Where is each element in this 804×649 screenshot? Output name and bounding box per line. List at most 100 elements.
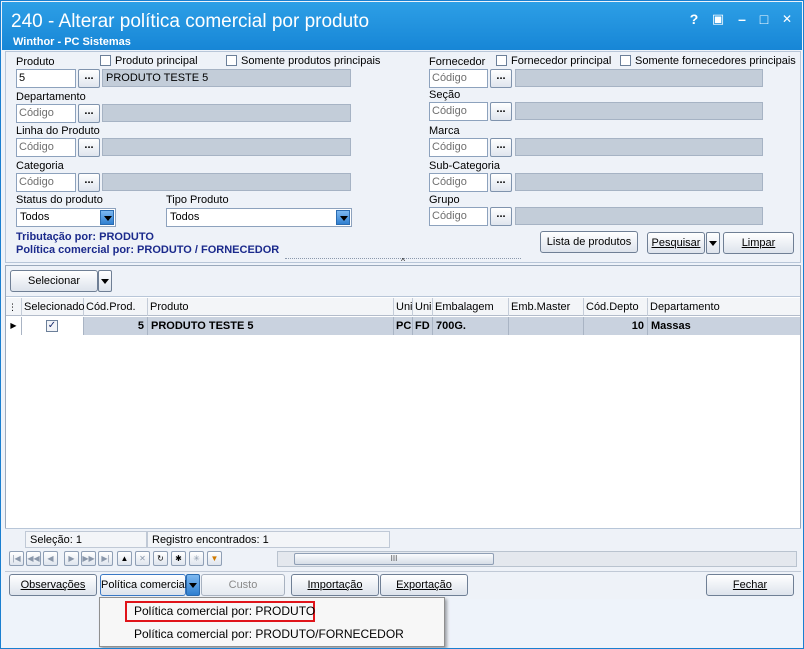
custo-button[interactable]: Custo (201, 574, 285, 596)
delete-record-icon[interactable]: ✕ (135, 551, 150, 566)
scrollbar-thumb[interactable]: III (294, 553, 494, 565)
asterisk-icon[interactable]: ✱ (171, 551, 186, 566)
next-record-icon[interactable]: ▶ (64, 551, 79, 566)
horizontal-scrollbar[interactable]: III (277, 551, 797, 567)
marca-description-field (515, 138, 763, 156)
cell-embalagem: 700G. (433, 317, 509, 335)
grupo-label: Grupo (429, 194, 460, 206)
col-departamento[interactable]: Departamento (648, 298, 800, 316)
marca-label: Marca (429, 125, 460, 137)
fornecedor-label: Fornecedor (429, 56, 486, 68)
status-produto-value: Todos (20, 211, 50, 223)
col-uni-2[interactable]: Uni (413, 298, 433, 316)
prev-page-icon[interactable]: ◀◀ (26, 551, 41, 566)
selecionar-options-button[interactable] (98, 270, 112, 292)
marca-browse-button[interactable]: ... (490, 138, 512, 157)
categoria-browse-button[interactable]: ... (78, 173, 100, 192)
menu-item-politica-produto[interactable]: Política comercial por: PRODUTO (134, 603, 315, 619)
observacoes-button[interactable]: Observações (9, 574, 97, 596)
limpar-label: Limpar (741, 237, 776, 249)
categoria-code-input[interactable]: Código (16, 173, 76, 192)
selecionar-button[interactable]: Selecionar (10, 270, 98, 292)
linha-produto-code-input[interactable]: Código (16, 138, 76, 157)
fornecedor-code-input[interactable]: Código (429, 69, 488, 88)
exportacao-label: Exportação (396, 579, 452, 591)
observacoes-label: Observações (20, 579, 86, 591)
col-produto[interactable]: Produto (148, 298, 394, 316)
col-uni-1[interactable]: Uni (394, 298, 413, 316)
row-selected-checkbox[interactable]: ✓ (46, 320, 58, 332)
grupo-code-input[interactable]: Código (429, 207, 488, 226)
produto-principal-checkbox[interactable] (100, 55, 111, 66)
importacao-button[interactable]: Importação (291, 574, 379, 596)
subcategoria-code-input[interactable]: Código (429, 173, 488, 192)
refresh-icon[interactable]: ↻ (153, 551, 168, 566)
linha-produto-browse-button[interactable]: ... (78, 138, 100, 157)
grid-navigator: |◀ ◀◀ ◀ ▶ ▶▶ ▶| ▲ ✕ ↻ ✱ ✳ ▼ III (5, 548, 801, 571)
somente-fornecedores-principais-checkbox[interactable] (620, 55, 631, 66)
help-icon[interactable]: ? (687, 12, 701, 26)
col-cod-prod[interactable]: Cód.Prod. (84, 298, 148, 316)
somente-produtos-principais-label: Somente produtos principais (241, 55, 381, 67)
next-page-icon[interactable]: ▶▶ (81, 551, 96, 566)
grid-toolbar: Selecionar (6, 266, 800, 297)
row-selected-cell[interactable]: ✓ (22, 317, 84, 335)
categoria-label: Categoria (16, 160, 64, 172)
column-chooser-icon[interactable]: ⋮ (6, 298, 22, 316)
prev-record-icon[interactable]: ◀ (43, 551, 58, 566)
marca-code-input[interactable]: Código (429, 138, 488, 157)
produto-description-field: PRODUTO TESTE 5 (102, 69, 351, 87)
status-produto-select[interactable]: Todos (16, 208, 116, 227)
selecao-status: Seleção: 1 (25, 531, 147, 548)
footer-toolbar: Observações Política comercial Custo Imp… (5, 571, 801, 599)
secao-code-input[interactable]: Código (429, 102, 488, 121)
fechar-button[interactable]: Fechar (706, 574, 794, 596)
subcategoria-description-field (515, 173, 763, 191)
pesquisar-button[interactable]: Pesquisar (647, 232, 705, 254)
maximize-icon[interactable]: □ (757, 12, 771, 26)
pesquisar-options-button[interactable] (706, 232, 720, 254)
secao-label: Seção (429, 89, 461, 101)
panel-collapse-handle[interactable]: ^ (285, 258, 521, 266)
produto-browse-button[interactable]: ... (78, 69, 100, 88)
politica-comercial-dropdown-button[interactable] (186, 574, 200, 596)
status-bar: Seleção: 1 Registro encontrados: 1 (5, 528, 801, 548)
app-window: 240 - Alterar política comercial por pro… (0, 0, 804, 649)
col-selecionado[interactable]: Selecionado (22, 298, 85, 316)
tipo-produto-label: Tipo Produto (166, 194, 229, 206)
col-emb-master[interactable]: Emb.Master (509, 298, 584, 316)
somente-produtos-principais-checkbox[interactable] (226, 55, 237, 66)
grupo-browse-button[interactable]: ... (490, 207, 512, 226)
col-embalagem[interactable]: Embalagem (433, 298, 509, 316)
table-row[interactable]: ▶ ✓ 5 PRODUTO TESTE 5 PC FD 700G. 10 Mas… (6, 317, 800, 335)
tipo-produto-select[interactable]: Todos (166, 208, 352, 227)
limpar-button[interactable]: Limpar (723, 232, 794, 254)
window-title: 240 - Alterar política comercial por pro… (11, 11, 370, 32)
exportacao-button[interactable]: Exportação (380, 574, 468, 596)
cell-cod-prod: 5 (84, 317, 148, 335)
col-cod-depto[interactable]: Cód.Depto (584, 298, 648, 316)
restore-icon[interactable]: ▣ (711, 12, 725, 26)
departamento-code-input[interactable]: Código (16, 104, 76, 123)
importacao-label: Importação (307, 579, 363, 591)
politica-comercial-menu: Política comercial por: PRODUTO Política… (99, 597, 445, 647)
filter-icon[interactable]: ▼ (207, 551, 222, 566)
secao-browse-button[interactable]: ... (490, 102, 512, 121)
departamento-description-field (102, 104, 351, 122)
close-icon[interactable]: ✕ (780, 12, 794, 26)
fornecedor-browse-button[interactable]: ... (490, 69, 512, 88)
menu-item-politica-produto-fornecedor[interactable]: Política comercial por: PRODUTO/FORNECED… (134, 626, 404, 642)
pesquisar-label: Pesquisar (651, 237, 701, 249)
first-record-icon[interactable]: |◀ (9, 551, 24, 566)
produto-code-input[interactable]: 5 (16, 69, 76, 88)
insert-record-icon[interactable]: ▲ (117, 551, 132, 566)
linha-produto-label: Linha do Produto (16, 125, 100, 137)
lista-produtos-button[interactable]: Lista de produtos (540, 231, 638, 253)
politica-comercial-button[interactable]: Política comercial (100, 574, 187, 596)
fornecedor-principal-checkbox[interactable] (496, 55, 507, 66)
last-record-icon[interactable]: ▶| (98, 551, 113, 566)
departamento-browse-button[interactable]: ... (78, 104, 100, 123)
subcategoria-browse-button[interactable]: ... (490, 173, 512, 192)
asterisk-outline-icon[interactable]: ✳ (189, 551, 204, 566)
minimize-icon[interactable]: – (735, 12, 749, 26)
